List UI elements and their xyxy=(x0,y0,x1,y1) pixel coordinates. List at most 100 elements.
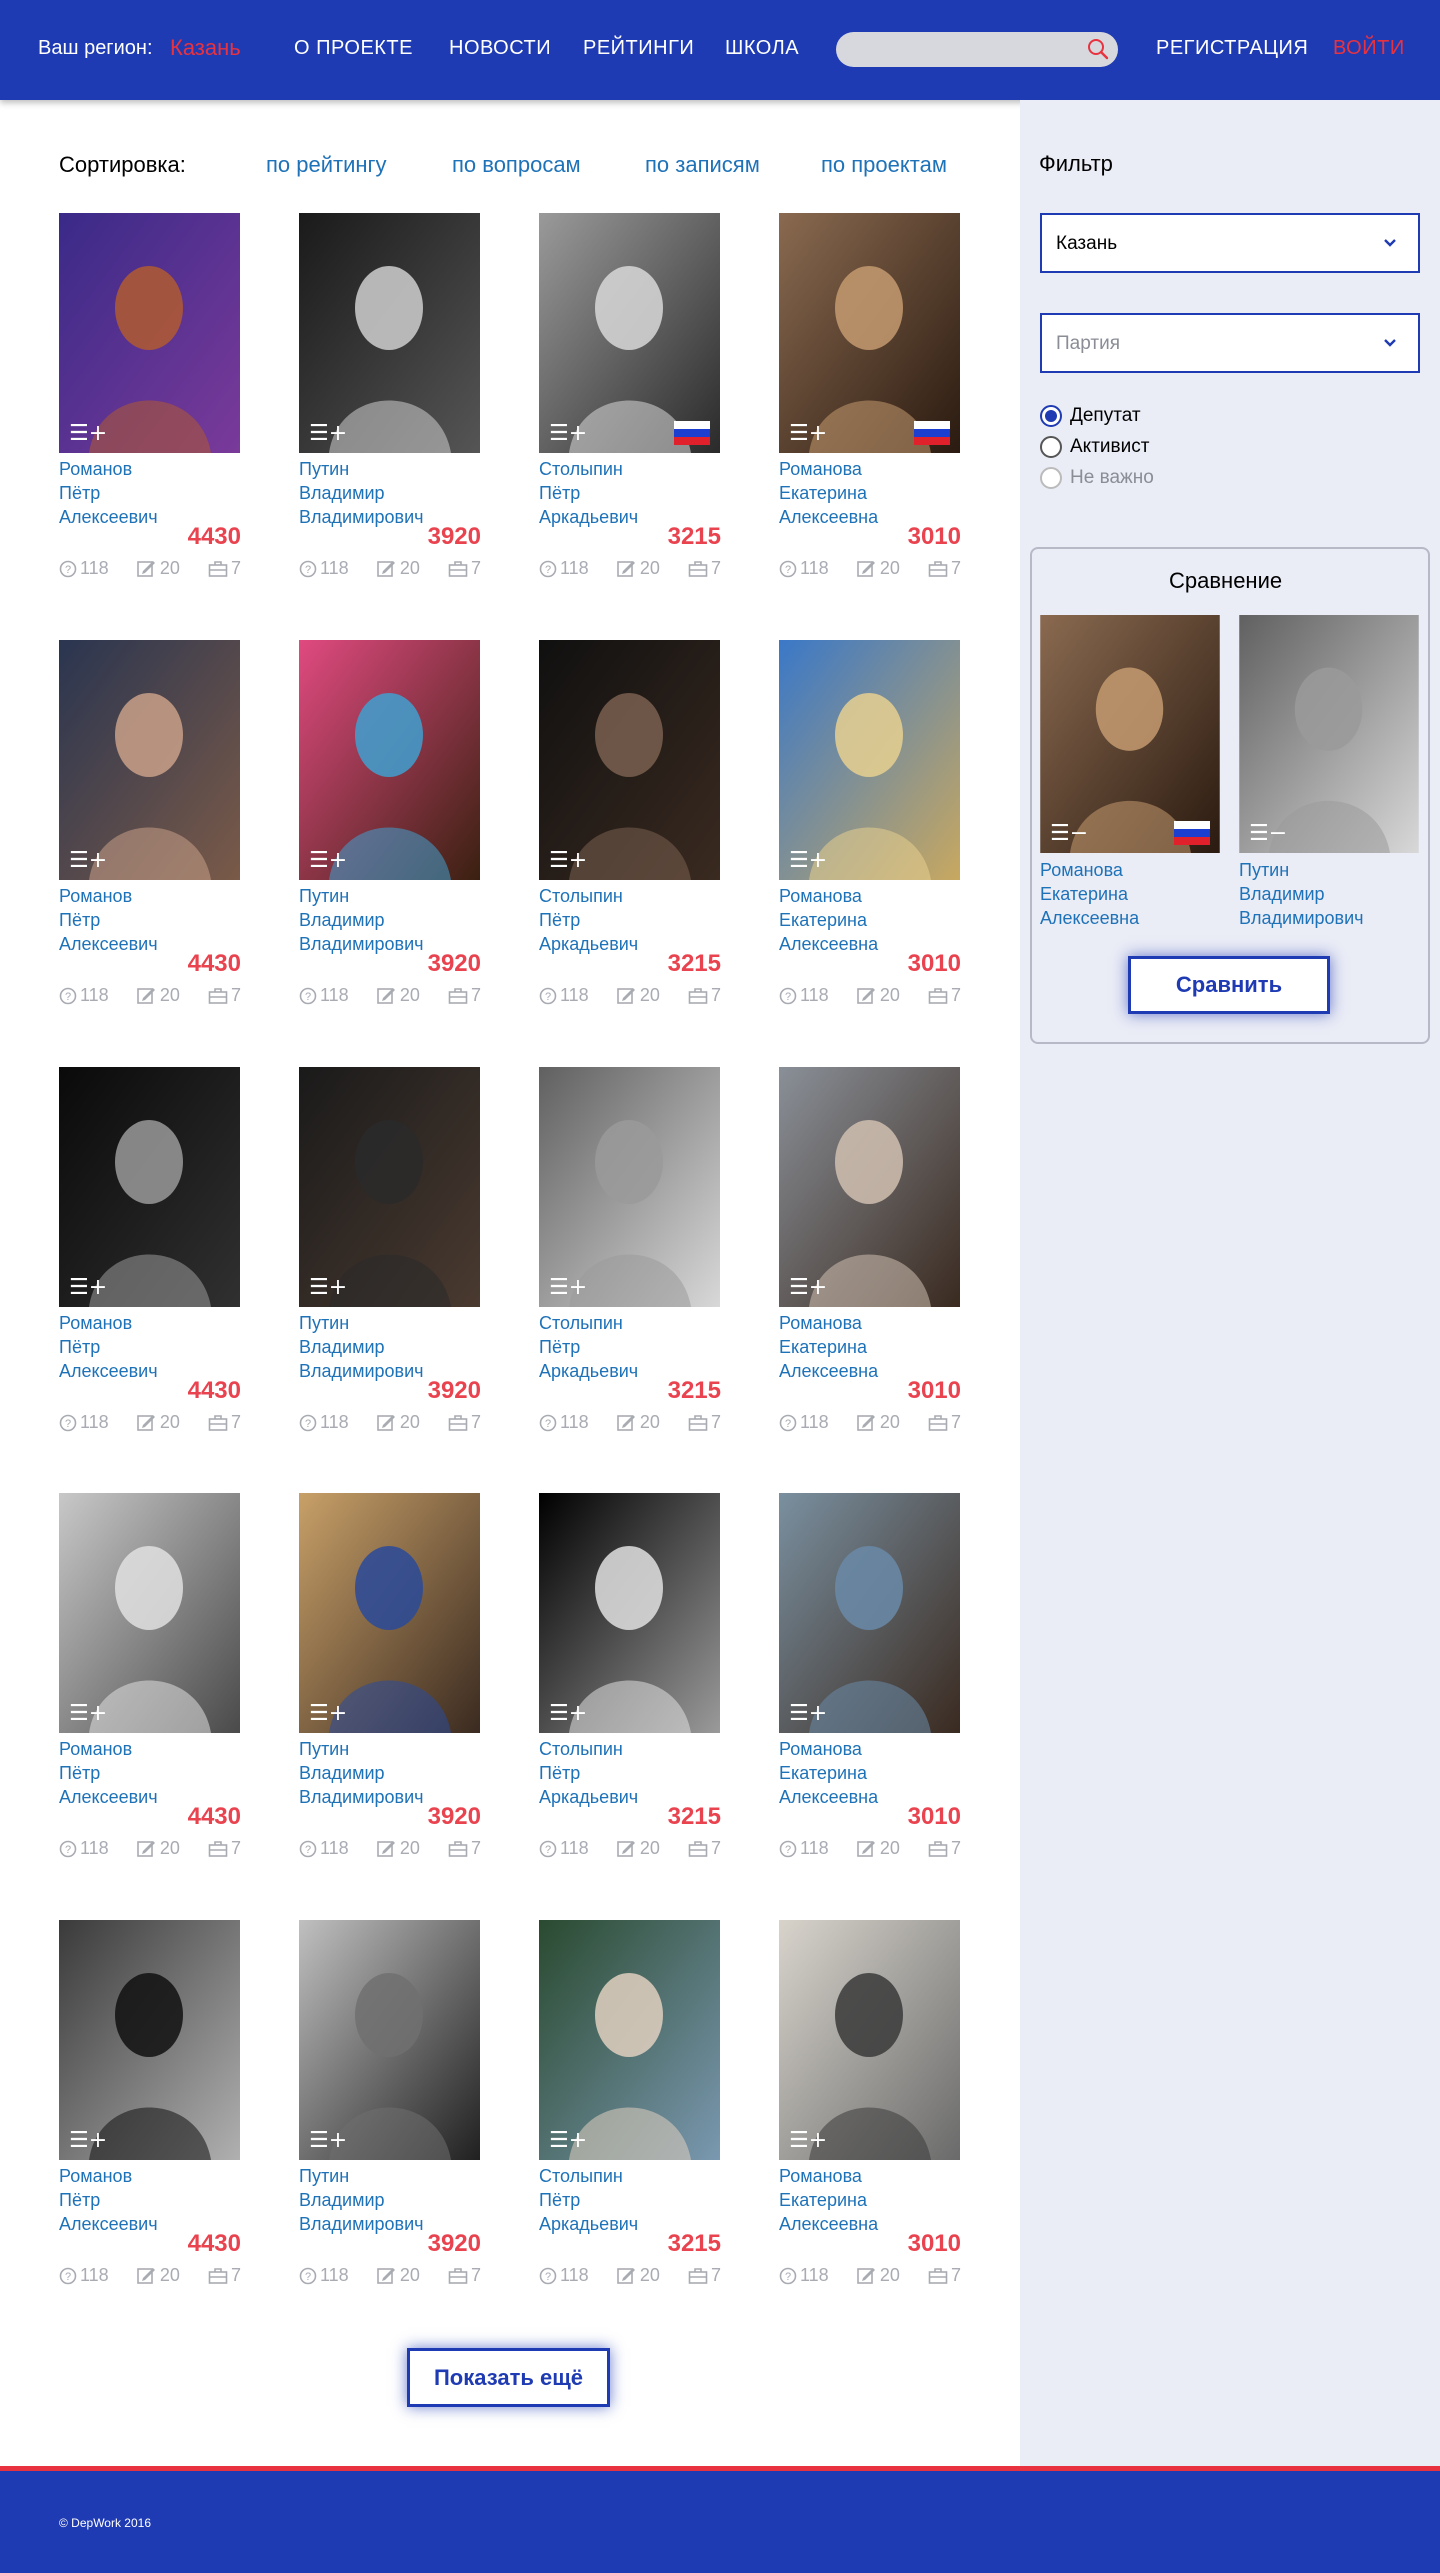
deputy-surname[interactable]: Романова xyxy=(779,457,878,481)
deputy-surname[interactable]: Путин xyxy=(299,1737,424,1761)
list-remove-icon[interactable]: ☰− xyxy=(1249,823,1287,845)
deputy-firstname[interactable]: Пётр xyxy=(539,1335,638,1359)
deputy-patronymic[interactable]: Аркадьевич xyxy=(539,2212,638,2236)
deputy-patronymic[interactable]: Алексеевна xyxy=(779,2212,878,2236)
deputy-photo[interactable]: ☰+ xyxy=(59,640,240,880)
deputy-name[interactable]: Романов Пётр Алексеевич xyxy=(59,457,158,529)
deputy-patronymic[interactable]: Аркадьевич xyxy=(539,932,638,956)
list-add-icon[interactable]: ☰+ xyxy=(789,1703,827,1725)
deputy-name[interactable]: Столыпин Пётр Аркадьевич xyxy=(539,1311,638,1383)
list-add-icon[interactable]: ☰+ xyxy=(789,2130,827,2152)
deputy-name[interactable]: Путин Владимир Владимирович xyxy=(299,2164,424,2236)
party-select[interactable]: Партия xyxy=(1040,313,1420,373)
deputy-name[interactable]: Путин Владимир Владимирович xyxy=(299,1737,424,1809)
deputy-name[interactable]: Столыпин Пётр Аркадьевич xyxy=(539,2164,638,2236)
deputy-firstname[interactable]: Пётр xyxy=(539,481,638,505)
list-add-icon[interactable]: ☰+ xyxy=(69,1277,107,1299)
list-add-icon[interactable]: ☰+ xyxy=(69,850,107,872)
deputy-photo[interactable]: ☰+ xyxy=(539,640,720,880)
compare-surname[interactable]: Романова xyxy=(1040,858,1139,882)
deputy-surname[interactable]: Романов xyxy=(59,457,158,481)
deputy-photo[interactable]: ☰+ xyxy=(539,213,720,453)
deputy-surname[interactable]: Романов xyxy=(59,1737,158,1761)
deputy-photo[interactable]: ☰+ xyxy=(299,1920,480,2160)
deputy-surname[interactable]: Столыпин xyxy=(539,457,638,481)
deputy-surname[interactable]: Романова xyxy=(779,1737,878,1761)
list-add-icon[interactable]: ☰+ xyxy=(69,2130,107,2152)
sort-by-projects[interactable]: по проектам xyxy=(821,152,947,178)
compare-patronymic[interactable]: Алексеевна xyxy=(1040,906,1139,930)
compare-photo[interactable]: ☰− xyxy=(1239,615,1419,853)
list-add-icon[interactable]: ☰+ xyxy=(309,423,347,445)
deputy-firstname[interactable]: Пётр xyxy=(539,908,638,932)
deputy-surname[interactable]: Путин xyxy=(299,457,424,481)
deputy-patronymic[interactable]: Владимирович xyxy=(299,505,424,529)
list-add-icon[interactable]: ☰+ xyxy=(69,1703,107,1725)
compare-patronymic[interactable]: Владимирович xyxy=(1239,906,1364,930)
deputy-name[interactable]: Столыпин Пётр Аркадьевич xyxy=(539,457,638,529)
deputy-name[interactable]: Романов Пётр Алексеевич xyxy=(59,884,158,956)
deputy-name[interactable]: Романова Екатерина Алексеевна xyxy=(779,2164,878,2236)
deputy-photo[interactable]: ☰+ xyxy=(539,1067,720,1307)
sort-by-posts[interactable]: по записям xyxy=(645,152,760,178)
compare-photo[interactable]: ☰− xyxy=(1040,615,1220,853)
deputy-photo[interactable]: ☰+ xyxy=(779,213,960,453)
deputy-photo[interactable]: ☰+ xyxy=(59,213,240,453)
deputy-firstname[interactable]: Екатерина xyxy=(779,1761,878,1785)
deputy-patronymic[interactable]: Владимирович xyxy=(299,1785,424,1809)
deputy-firstname[interactable]: Владимир xyxy=(299,481,424,505)
deputy-patronymic[interactable]: Аркадьевич xyxy=(539,505,638,529)
deputy-firstname[interactable]: Владимир xyxy=(299,2188,424,2212)
deputy-name[interactable]: Романов Пётр Алексеевич xyxy=(59,1737,158,1809)
deputy-surname[interactable]: Романов xyxy=(59,2164,158,2188)
deputy-patronymic[interactable]: Алексеевна xyxy=(779,932,878,956)
list-add-icon[interactable]: ☰+ xyxy=(309,1277,347,1299)
list-add-icon[interactable]: ☰+ xyxy=(309,1703,347,1725)
deputy-photo[interactable]: ☰+ xyxy=(299,1493,480,1733)
deputy-patronymic[interactable]: Алексеевич xyxy=(59,505,158,529)
deputy-patronymic[interactable]: Алексеевна xyxy=(779,1785,878,1809)
sort-by-rating[interactable]: по рейтингу xyxy=(266,152,387,178)
list-add-icon[interactable]: ☰+ xyxy=(549,850,587,872)
deputy-patronymic[interactable]: Алексеевна xyxy=(779,505,878,529)
deputy-patronymic[interactable]: Алексеевич xyxy=(59,1359,158,1383)
radio-deputy-dot[interactable] xyxy=(1040,405,1062,427)
deputy-patronymic[interactable]: Аркадьевич xyxy=(539,1359,638,1383)
deputy-patronymic[interactable]: Алексеевич xyxy=(59,932,158,956)
deputy-firstname[interactable]: Пётр xyxy=(59,481,158,505)
deputy-surname[interactable]: Романова xyxy=(779,2164,878,2188)
deputy-surname[interactable]: Романов xyxy=(59,884,158,908)
search-icon[interactable] xyxy=(1086,37,1110,61)
list-add-icon[interactable]: ☰+ xyxy=(549,1703,587,1725)
compare-surname[interactable]: Путин xyxy=(1239,858,1364,882)
nav-news[interactable]: НОВОСТИ xyxy=(449,37,551,60)
deputy-photo[interactable]: ☰+ xyxy=(299,213,480,453)
compare-firstname[interactable]: Владимир xyxy=(1239,882,1364,906)
deputy-patronymic[interactable]: Алексеевич xyxy=(59,1785,158,1809)
deputy-patronymic[interactable]: Владимирович xyxy=(299,1359,424,1383)
deputy-firstname[interactable]: Екатерина xyxy=(779,2188,878,2212)
deputy-photo[interactable]: ☰+ xyxy=(779,640,960,880)
register-link[interactable]: РЕГИСТРАЦИЯ xyxy=(1156,37,1308,60)
nav-school[interactable]: ШКОЛА xyxy=(725,37,799,60)
deputy-patronymic[interactable]: Владимирович xyxy=(299,932,424,956)
deputy-firstname[interactable]: Екатерина xyxy=(779,481,878,505)
show-more-button[interactable]: Показать ещё xyxy=(407,2348,610,2407)
deputy-name[interactable]: Романов Пётр Алексеевич xyxy=(59,1311,158,1383)
deputy-firstname[interactable]: Пётр xyxy=(59,2188,158,2212)
compare-name[interactable]: Путин Владимир Владимирович xyxy=(1239,858,1364,930)
deputy-surname[interactable]: Романова xyxy=(779,884,878,908)
deputy-patronymic[interactable]: Алексеевна xyxy=(779,1359,878,1383)
deputy-photo[interactable]: ☰+ xyxy=(59,1920,240,2160)
deputy-name[interactable]: Путин Владимир Владимирович xyxy=(299,457,424,529)
list-remove-icon[interactable]: ☰− xyxy=(1050,823,1088,845)
deputy-name[interactable]: Романова Екатерина Алексеевна xyxy=(779,457,878,529)
deputy-firstname[interactable]: Пётр xyxy=(539,2188,638,2212)
deputy-name[interactable]: Путин Владимир Владимирович xyxy=(299,884,424,956)
deputy-surname[interactable]: Столыпин xyxy=(539,1737,638,1761)
deputy-photo[interactable]: ☰+ xyxy=(299,640,480,880)
radio-activist[interactable]: Активист xyxy=(1040,436,1149,458)
sort-by-questions[interactable]: по вопросам xyxy=(452,152,581,178)
deputy-name[interactable]: Романова Екатерина Алексеевна xyxy=(779,884,878,956)
deputy-patronymic[interactable]: Владимирович xyxy=(299,2212,424,2236)
